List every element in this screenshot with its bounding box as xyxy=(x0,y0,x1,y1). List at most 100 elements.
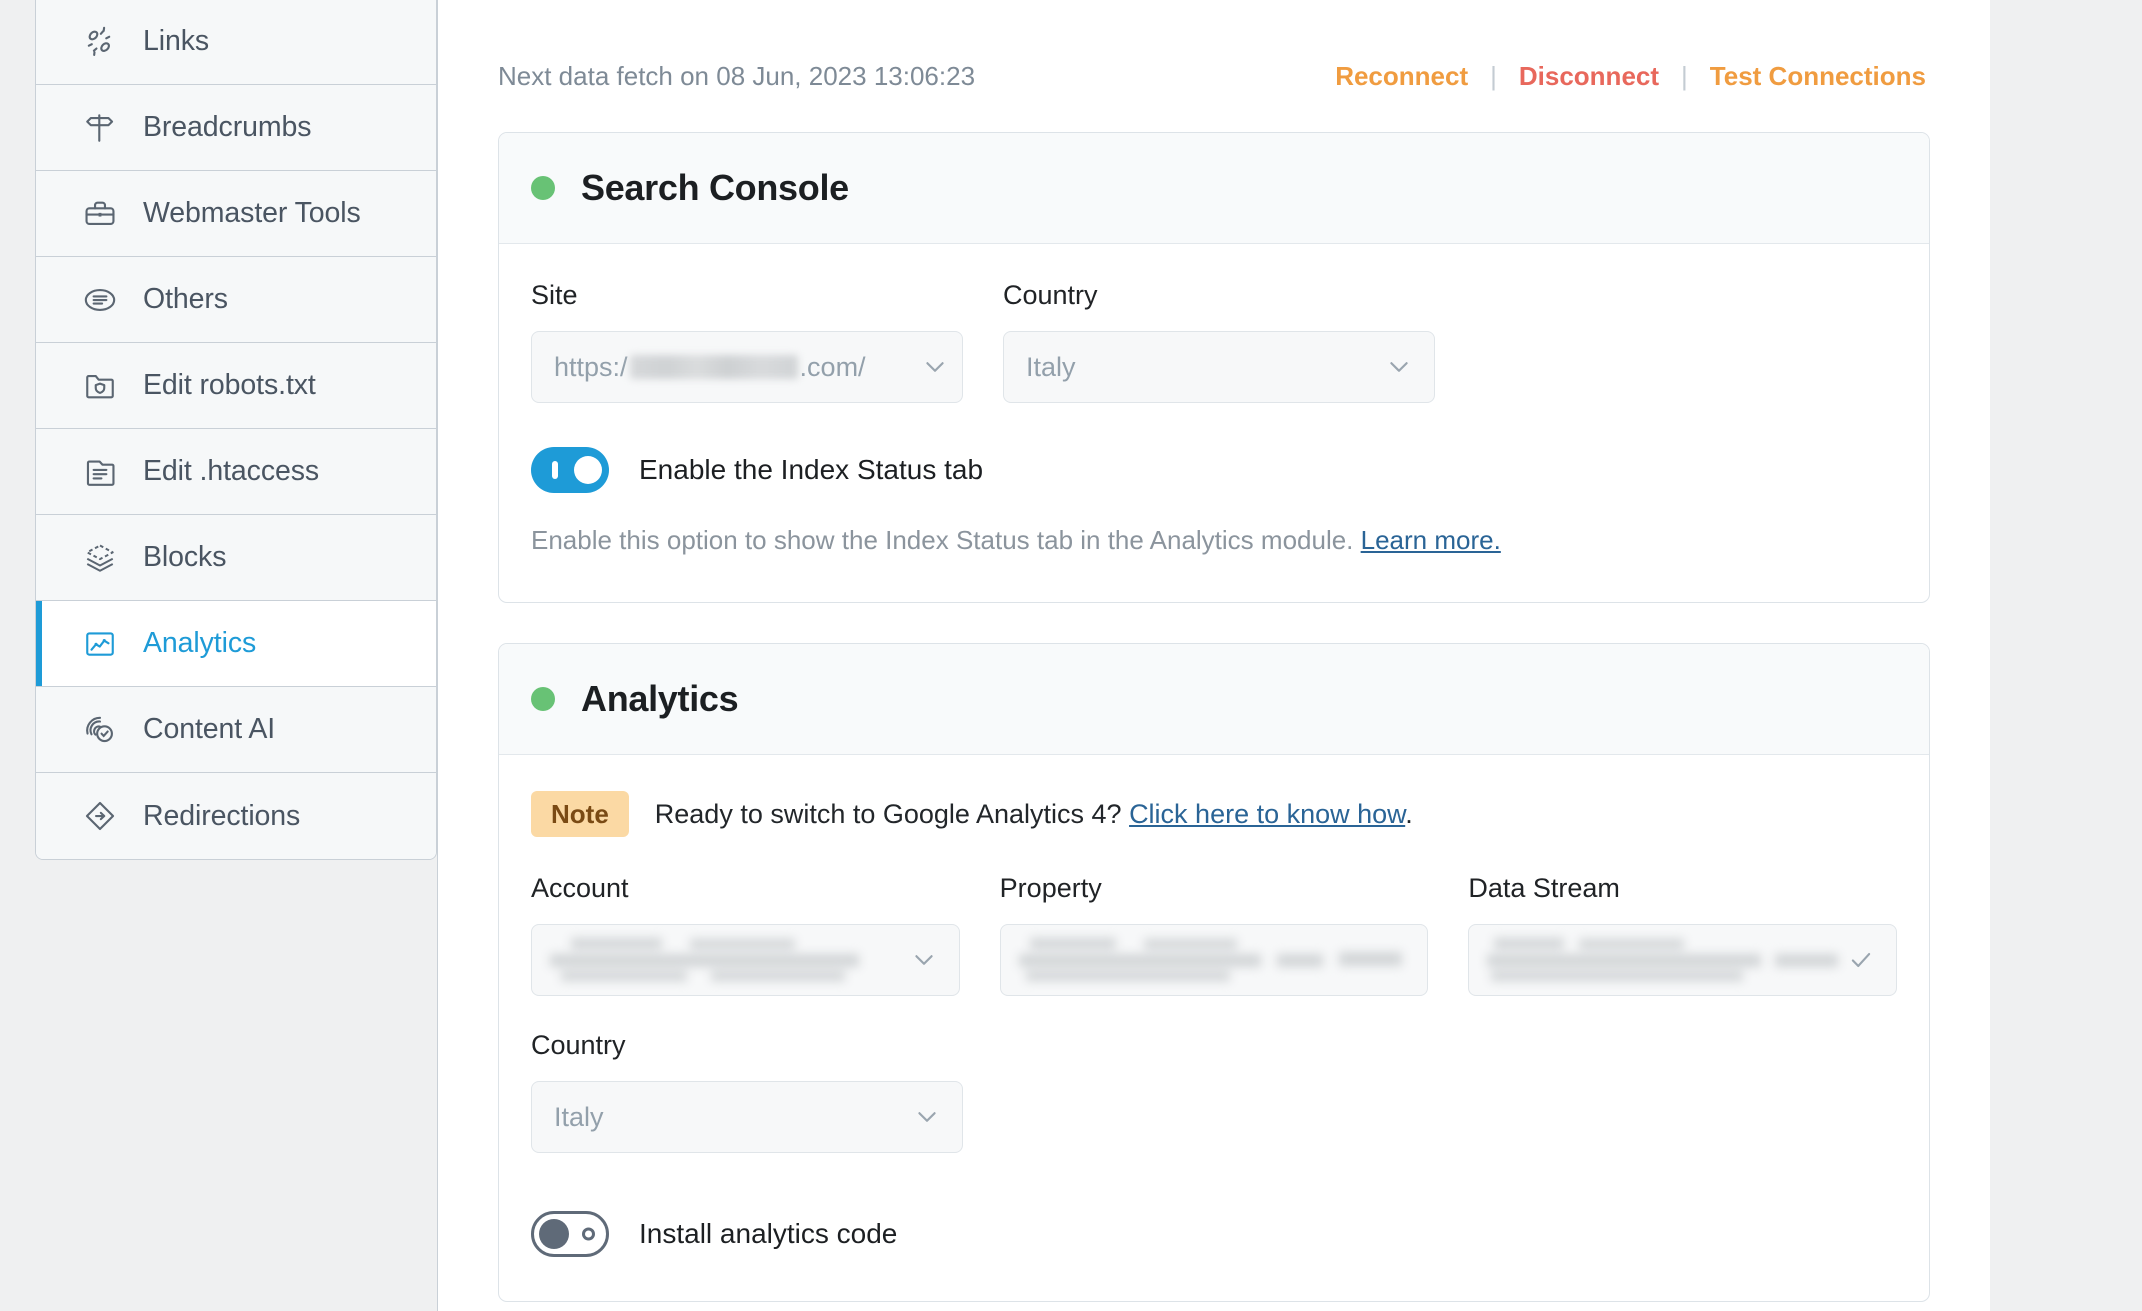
status-dot-connected xyxy=(531,176,555,200)
account-field-group: Account xyxy=(531,873,960,997)
diamond-arrow-icon xyxy=(80,796,120,836)
property-value-redacted xyxy=(1018,938,1410,982)
signpost-icon xyxy=(80,108,120,148)
links-icon xyxy=(80,22,120,62)
index-status-toggle-label: Enable the Index Status tab xyxy=(639,454,984,485)
search-console-title: Search Console xyxy=(581,167,849,208)
chevron-down-icon xyxy=(914,1104,940,1130)
toolbox-icon xyxy=(80,194,120,234)
reconnect-link[interactable]: Reconnect xyxy=(1335,61,1468,92)
sidebar-nav-list: Links Breadcrumbs Webmaster Tools Others… xyxy=(35,0,437,860)
action-separator: | xyxy=(1490,61,1497,91)
next-data-fetch-text: Next data fetch on 08 Jun, 2023 13:06:23 xyxy=(498,61,976,91)
disconnect-link[interactable]: Disconnect xyxy=(1519,61,1659,92)
sidebar-item-label: Others xyxy=(143,283,228,315)
data-stream-field-group: Data Stream xyxy=(1468,873,1898,997)
site-label: Site xyxy=(531,280,578,310)
fingerprint-check-icon xyxy=(80,710,120,750)
install-analytics-code-label: Install analytics code xyxy=(639,1218,898,1250)
sidebar-item-label: Content AI xyxy=(143,713,276,745)
index-status-toggle-row: Enable the Index Status tab xyxy=(531,447,1897,493)
status-dot-connected xyxy=(531,687,555,712)
toggle-on-bar xyxy=(552,461,558,479)
chart-box-icon xyxy=(80,624,120,664)
data-stream-value-redacted xyxy=(1487,938,1838,982)
learn-more-link[interactable]: Learn more. xyxy=(1361,525,1501,555)
note-text-before: Ready to switch to Google Analytics 4? xyxy=(654,798,1122,829)
analytics-card-body: Note Ready to switch to Google Analytics… xyxy=(499,755,1929,1301)
data-stream-label: Data Stream xyxy=(1468,873,1620,904)
sidebar-item-edit-htaccess[interactable]: Edit .htaccess xyxy=(36,429,436,515)
site-value-redacted xyxy=(629,355,798,379)
analytics-fields-row-1: Account Property Data Stream xyxy=(531,873,1898,997)
index-status-hint: Enable this option to show the Index Sta… xyxy=(531,523,1897,558)
sidebar-item-label: Webmaster Tools xyxy=(143,197,361,229)
sc-country-label: Country xyxy=(1003,280,1098,310)
settings-sidebar: Links Breadcrumbs Webmaster Tools Others… xyxy=(35,0,437,860)
layers-dashed-icon xyxy=(80,538,120,578)
sidebar-item-redirections[interactable]: Redirections xyxy=(36,773,436,859)
folder-shield-icon xyxy=(80,366,120,406)
site-value-prefix: https:/ xyxy=(554,351,628,382)
toggle-knob xyxy=(539,1219,569,1250)
sidebar-item-webmaster-tools[interactable]: Webmaster Tools xyxy=(36,171,436,257)
sidebar-item-label: Edit robots.txt xyxy=(143,369,316,401)
property-select[interactable] xyxy=(999,924,1429,997)
site-value-suffix: .com/ xyxy=(799,351,866,382)
account-label: Account xyxy=(531,873,629,904)
toggle-off-circle xyxy=(582,1227,595,1241)
toggle-knob xyxy=(574,456,602,484)
sidebar-item-blocks[interactable]: Blocks xyxy=(36,515,436,601)
note-badge: Note xyxy=(531,791,629,838)
chevron-down-icon xyxy=(911,947,937,973)
analytics-fields-row-2: Country Italy xyxy=(531,1030,1897,1154)
property-label: Property xyxy=(999,873,1102,904)
index-status-toggle[interactable] xyxy=(531,447,609,493)
search-console-card-body: Site https:/ .com/ Country Italy Enable … xyxy=(499,244,1929,602)
page-root: Links Breadcrumbs Webmaster Tools Others… xyxy=(0,0,2142,1311)
sidebar-item-label: Blocks xyxy=(143,541,227,573)
sc-country-value: Italy xyxy=(1026,351,1076,382)
ga4-note: Note Ready to switch to Google Analytics… xyxy=(531,791,1897,838)
sc-country-field-group: Country Italy xyxy=(1003,280,1435,403)
data-stream-select[interactable] xyxy=(1468,924,1898,997)
sidebar-item-label: Analytics xyxy=(143,627,257,659)
install-analytics-code-row: Install analytics code xyxy=(531,1211,1897,1258)
search-console-fields: Site https:/ .com/ Country Italy xyxy=(531,280,1897,403)
check-icon xyxy=(1848,947,1874,973)
chevron-down-icon xyxy=(1386,354,1412,380)
sidebar-item-label: Edit .htaccess xyxy=(143,455,320,487)
site-select[interactable]: https:/ .com/ xyxy=(531,331,963,403)
ga-country-select[interactable]: Italy xyxy=(531,1081,963,1154)
chevron-down-icon xyxy=(922,354,948,380)
account-select[interactable] xyxy=(531,924,960,997)
ga4-howto-link[interactable]: Click here to know how xyxy=(1129,799,1405,829)
sidebar-item-others[interactable]: Others xyxy=(36,257,436,343)
ga-country-field-group: Country Italy xyxy=(531,1030,963,1154)
sidebar-item-label: Breadcrumbs xyxy=(143,111,312,143)
sidebar-item-links[interactable]: Links xyxy=(36,0,436,85)
connection-actions: Reconnect | Disconnect | Test Connection… xyxy=(1335,61,1926,92)
sidebar-item-edit-robots-txt[interactable]: Edit robots.txt xyxy=(36,343,436,429)
settings-main-panel: Next data fetch on 08 Jun, 2023 13:06:23… xyxy=(437,0,1990,1311)
sidebar-item-content-ai[interactable]: Content AI xyxy=(36,687,436,773)
test-connections-link[interactable]: Test Connections xyxy=(1710,61,1926,92)
ga-country-value: Italy xyxy=(554,1101,604,1132)
sc-country-select[interactable]: Italy xyxy=(1003,331,1435,403)
install-analytics-code-toggle[interactable] xyxy=(531,1211,609,1258)
list-ellipse-icon xyxy=(80,280,120,320)
note-text: Ready to switch to Google Analytics 4? C… xyxy=(655,799,1413,830)
account-value-redacted xyxy=(550,938,901,982)
sidebar-item-analytics[interactable]: Analytics xyxy=(36,601,436,687)
file-lines-icon xyxy=(80,452,120,492)
action-separator: | xyxy=(1681,61,1688,91)
sidebar-item-breadcrumbs[interactable]: Breadcrumbs xyxy=(36,85,436,171)
site-field-group: Site https:/ .com/ xyxy=(531,280,963,403)
note-text-after: . xyxy=(1405,798,1413,829)
analytics-card-header: Analytics xyxy=(499,644,1929,756)
search-console-card-header: Search Console xyxy=(499,133,1929,244)
sidebar-item-label: Redirections xyxy=(143,799,301,832)
analytics-card: Analytics Note Ready to switch to Google… xyxy=(498,643,1930,1303)
sidebar-item-label: Links xyxy=(143,25,210,57)
index-status-hint-text: Enable this option to show the Index Sta… xyxy=(531,525,1354,555)
